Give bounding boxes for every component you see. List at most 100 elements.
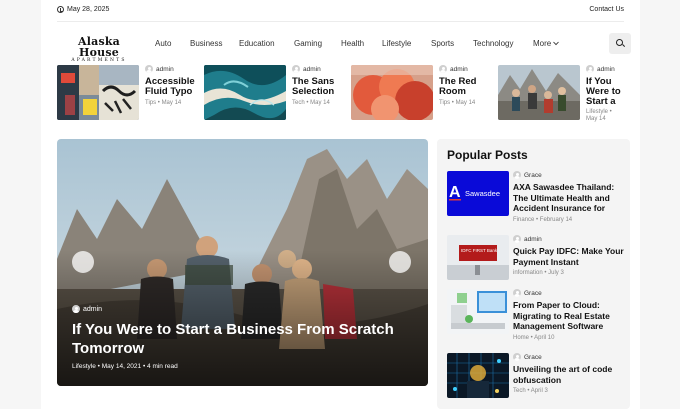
date-text: May 28, 2025 [67, 6, 110, 13]
author-name: admin [524, 235, 542, 243]
ticker-post-4-author[interactable]: admin [586, 65, 615, 73]
category[interactable]: Tips [145, 100, 156, 106]
title-line: Fluid Typo [145, 86, 193, 97]
ticker-post-1[interactable]: admin Accessible Fluid Typo Tips • May 1… [57, 65, 197, 121]
avatar-icon [439, 65, 447, 73]
popular-post-2[interactable]: IDFC FIRST Bank admin Quick Pay IDFC: Ma… [447, 235, 625, 281]
site-logo[interactable]: Alaska House APARTMENTS [62, 36, 136, 64]
popular-post-3-title[interactable]: From Paper to Cloud: Migrating to Real E… [513, 300, 625, 332]
title-line: Selection [292, 86, 335, 97]
popular-post-1-image[interactable]: A Sawasdee [447, 171, 509, 216]
popular-post-3-image[interactable] [447, 289, 509, 334]
category[interactable]: Lifestyle [72, 363, 96, 370]
nav-item-technology[interactable]: Technology [473, 39, 513, 48]
nav-item-auto[interactable]: Auto [155, 39, 171, 48]
ticker-post-1-meta: Tips • May 14 [145, 100, 182, 106]
category[interactable]: Tips [439, 100, 450, 106]
ticker-post-1-image[interactable] [57, 65, 139, 120]
ticker-post-4-meta: Lifestyle • May 14 [586, 109, 612, 122]
nav-item-gaming[interactable]: Gaming [294, 39, 322, 48]
avatar-icon [292, 65, 300, 73]
ticker-post-4-title[interactable]: If You Were to Start a [586, 77, 633, 107]
ticker-post-3-title[interactable]: The Red Room [439, 77, 491, 97]
title-line: Room [439, 86, 466, 97]
featured-post-author[interactable]: admin [72, 305, 102, 313]
popular-post-2-meta: information • July 3 [513, 270, 564, 276]
featured-post[interactable]: admin If You Were to Start a Business Fr… [57, 139, 428, 386]
ticker-post-2-title[interactable]: The Sans Selection [292, 77, 344, 97]
carousel-prev-button[interactable] [72, 251, 94, 273]
nav-item-health[interactable]: Health [341, 39, 364, 48]
ticker-post-4[interactable]: admin If You Were to Start a Lifestyle •… [498, 65, 633, 122]
popular-post-4-image[interactable] [447, 353, 509, 398]
clock-icon [57, 6, 64, 13]
contact-us-link[interactable]: Contact Us [589, 6, 624, 13]
ticker-post-2-image[interactable] [204, 65, 286, 120]
avatar-icon [586, 65, 594, 73]
author-name: admin [303, 65, 321, 73]
popular-post-4-title[interactable]: Unveiling the art of code obfuscation [513, 364, 625, 385]
thumb-logo-letter: A [449, 184, 461, 201]
featured-post-title[interactable]: If You Were to Start a Business From Scr… [72, 320, 412, 358]
date: May 14 [586, 116, 606, 122]
category[interactable]: information [513, 270, 543, 276]
category[interactable]: Tech [292, 100, 305, 106]
avatar-icon [145, 65, 153, 73]
author-name: admin [450, 65, 468, 73]
ticker-post-1-title[interactable]: Accessible Fluid Typo [145, 77, 197, 97]
popular-post-4-author[interactable]: Grace [513, 353, 542, 361]
category[interactable]: Tech [513, 388, 526, 394]
thumb-text: Sawasdee [465, 189, 500, 198]
ticker-post-3[interactable]: admin The Red Room Tips • May 14 [351, 65, 491, 121]
nav-more-label: More [533, 39, 552, 48]
date: May 14, 2021 [101, 363, 142, 370]
nav-item-sports[interactable]: Sports [431, 39, 454, 48]
nav-item-business[interactable]: Business [190, 39, 222, 48]
ticker-post-2-meta: Tech • May 14 [292, 100, 330, 106]
logo-line2: APARTMENTS [71, 58, 127, 63]
featured-post-meta: Lifestyle • May 14, 2021 • 4 min read [72, 363, 178, 370]
search-button[interactable] [609, 33, 631, 54]
read-time: 4 min read [147, 363, 178, 370]
logo-line1: Alaska House [78, 35, 120, 59]
popular-posts-heading: Popular Posts [447, 148, 528, 162]
date: May 14 [455, 100, 476, 106]
date: April 10 [534, 335, 555, 341]
ticker-post-2-author[interactable]: admin [292, 65, 321, 73]
popular-post-1[interactable]: A Sawasdee Grace AXA Sawasdee Thailand: … [447, 171, 625, 223]
ticker-post-4-image[interactable] [498, 65, 580, 120]
popular-post-4[interactable]: Grace Unveiling the art of code obfuscat… [447, 353, 625, 399]
title-line: Start a [586, 96, 616, 107]
date-display: May 28, 2025 [57, 6, 109, 13]
popular-post-3[interactable]: Grace From Paper to Cloud: Migrating to … [447, 289, 625, 344]
popular-post-2-title[interactable]: Quick Pay IDFC: Make Your Payment Instan… [513, 246, 625, 267]
thumb-text: IDFC FIRST Bank [461, 248, 498, 253]
popular-post-2-author[interactable]: admin [513, 235, 542, 243]
popular-post-3-author[interactable]: Grace [513, 289, 542, 297]
nav-item-education[interactable]: Education [239, 39, 275, 48]
ticker-post-2[interactable]: admin The Sans Selection Tech • May 14 [204, 65, 344, 121]
popular-post-2-image[interactable]: IDFC FIRST Bank [447, 235, 509, 280]
date: May 14 [310, 100, 330, 106]
avatar-icon [513, 235, 521, 243]
carousel-next-button[interactable] [389, 251, 411, 273]
ticker-post-1-author[interactable]: admin [145, 65, 174, 73]
category[interactable]: Lifestyle [586, 109, 608, 115]
date: April 3 [530, 388, 548, 394]
author-name: Grace [524, 353, 542, 361]
popular-post-1-author[interactable]: Grace [513, 171, 542, 179]
category[interactable]: Finance [513, 217, 534, 223]
popular-post-1-meta: Finance • February 14 [513, 217, 573, 223]
ticker-post-3-author[interactable]: admin [439, 65, 468, 73]
avatar-icon [513, 171, 521, 179]
nav-item-lifestyle[interactable]: Lifestyle [382, 39, 411, 48]
popular-posts-widget: Popular Posts A Sawasdee Grace AXA Sawas… [437, 139, 630, 409]
ticker-post-3-image[interactable] [351, 65, 433, 120]
page: May 28, 2025 Contact Us Alaska House APA… [41, 0, 640, 409]
popular-post-1-title[interactable]: AXA Sawasdee Thailand: The Ultimate Heal… [513, 182, 625, 214]
category[interactable]: Home [513, 335, 529, 341]
avatar-icon [513, 289, 521, 297]
popular-post-3-meta: Home • April 10 [513, 335, 555, 341]
date: February 14 [539, 217, 573, 223]
nav-item-more[interactable]: More [533, 39, 560, 48]
